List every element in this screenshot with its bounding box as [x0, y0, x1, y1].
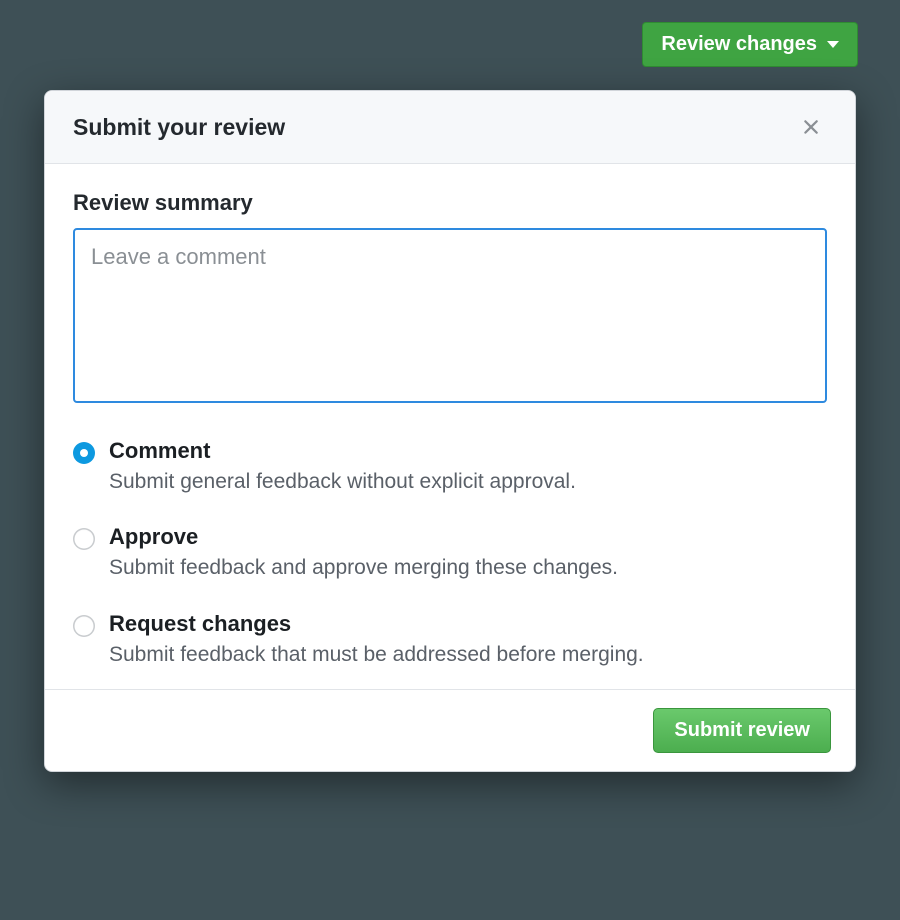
- option-text: Approve Submit feedback and approve merg…: [109, 524, 827, 582]
- submit-review-button[interactable]: Submit review: [653, 708, 831, 753]
- radio-comment[interactable]: [73, 442, 95, 464]
- submit-review-label: Submit review: [674, 719, 810, 741]
- review-changes-button[interactable]: Review changes: [642, 22, 858, 67]
- popover-footer: Submit review: [45, 689, 855, 771]
- option-description: Submit feedback that must be addressed b…: [109, 641, 827, 669]
- option-comment[interactable]: Comment Submit general feedback without …: [73, 438, 827, 496]
- option-title: Request changes: [109, 611, 827, 637]
- review-comment-input[interactable]: [73, 228, 827, 403]
- review-changes-label: Review changes: [661, 33, 817, 56]
- radio-approve[interactable]: [73, 528, 95, 550]
- option-text: Request changes Submit feedback that mus…: [109, 611, 827, 669]
- close-icon: [799, 115, 823, 139]
- review-summary-label: Review summary: [73, 190, 827, 216]
- close-button[interactable]: [795, 111, 827, 143]
- caret-down-icon: [827, 41, 839, 48]
- popover-title: Submit your review: [73, 114, 285, 141]
- option-request-changes[interactable]: Request changes Submit feedback that mus…: [73, 611, 827, 669]
- submit-review-popover: Submit your review Review summary Commen…: [44, 90, 856, 772]
- option-description: Submit general feedback without explicit…: [109, 468, 827, 496]
- radio-request-changes[interactable]: [73, 615, 95, 637]
- option-title: Comment: [109, 438, 827, 464]
- option-description: Submit feedback and approve merging thes…: [109, 554, 827, 582]
- option-approve[interactable]: Approve Submit feedback and approve merg…: [73, 524, 827, 582]
- popover-body: Review summary Comment Submit general fe…: [45, 164, 855, 689]
- option-text: Comment Submit general feedback without …: [109, 438, 827, 496]
- review-options: Comment Submit general feedback without …: [73, 438, 827, 669]
- option-title: Approve: [109, 524, 827, 550]
- popover-header: Submit your review: [45, 91, 855, 164]
